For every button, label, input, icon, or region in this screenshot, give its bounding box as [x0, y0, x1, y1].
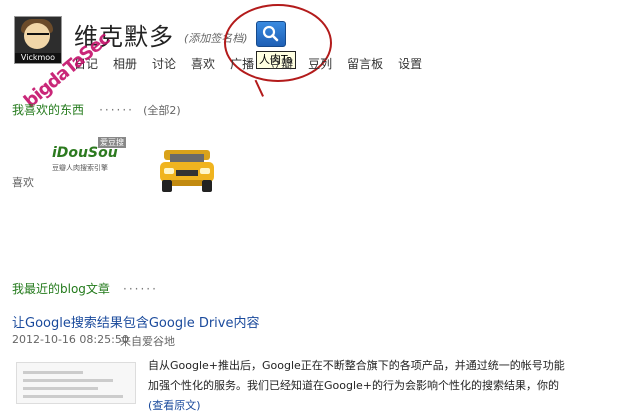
nav-item-discussion[interactable]: 讨论 [152, 55, 176, 72]
nav-item-messages[interactable]: 留言板 [347, 55, 383, 72]
blog-post-excerpt: 自从Google+推出后，Google正在不断整合旗下的各项产品，并通过统一的帐… [148, 356, 608, 416]
blog-dots: ······ [123, 282, 158, 296]
likes-title[interactable]: 我喜欢的东西 [12, 103, 84, 117]
search-button[interactable] [256, 21, 286, 47]
nav-item-album[interactable]: 相册 [113, 55, 137, 72]
avatar[interactable]: Vickmoo [14, 16, 62, 64]
nav-item-broadcast[interactable]: 广播 [230, 55, 254, 72]
blog-post-source[interactable]: 来自爱谷地 [120, 333, 175, 349]
car-image[interactable] [158, 140, 216, 200]
excerpt-line: 加强个性化的服务。我们已经知道在Google+的行为会影响个性化的搜索结果，你的 [148, 379, 560, 392]
profile-nav: 日记 相册 讨论 喜欢 广播 豆瓣 豆列 留言板 设置 [74, 55, 437, 72]
likes-total-link[interactable]: (全部2) [143, 104, 181, 117]
blog-thumbnail[interactable] [16, 362, 136, 404]
likes-label: 喜欢 [12, 176, 34, 189]
excerpt-line: 自从Google+推出后，Google正在不断整合旗下的各项产品，并通过统一的帐… [148, 359, 565, 372]
avatar-glasses [27, 33, 49, 41]
nav-item-doulist[interactable]: 豆列 [308, 55, 332, 72]
nav-item-settings[interactable]: 设置 [398, 55, 422, 72]
search-icon [262, 25, 279, 42]
idousou-wordmark: iDouSou [52, 145, 118, 161]
blog-post-date: 2012-10-16 08:25:50 [12, 333, 129, 346]
nav-item-douban[interactable]: 豆瓣 [269, 55, 293, 72]
read-more-link[interactable]: (查看原文) [148, 399, 201, 412]
likes-header: 我喜欢的东西 ······ (全部2) [12, 99, 181, 118]
blog-section-title[interactable]: 我最近的blog文章 [12, 282, 110, 296]
blog-post-title[interactable]: 让Google搜索结果包含Google Drive内容 [12, 312, 259, 331]
blog-header: 我最近的blog文章 ······ [12, 278, 158, 297]
likes-dots: ······ [99, 103, 134, 117]
idousou-logo[interactable]: 爱豆搜 iDouSou 豆瓣人肉搜索引擎 [52, 137, 128, 173]
idousou-subtitle: 豆瓣人肉搜索引擎 [52, 164, 108, 172]
nav-item-likes[interactable]: 喜欢 [191, 55, 215, 72]
avatar-tag: Vickmoo [15, 53, 61, 63]
